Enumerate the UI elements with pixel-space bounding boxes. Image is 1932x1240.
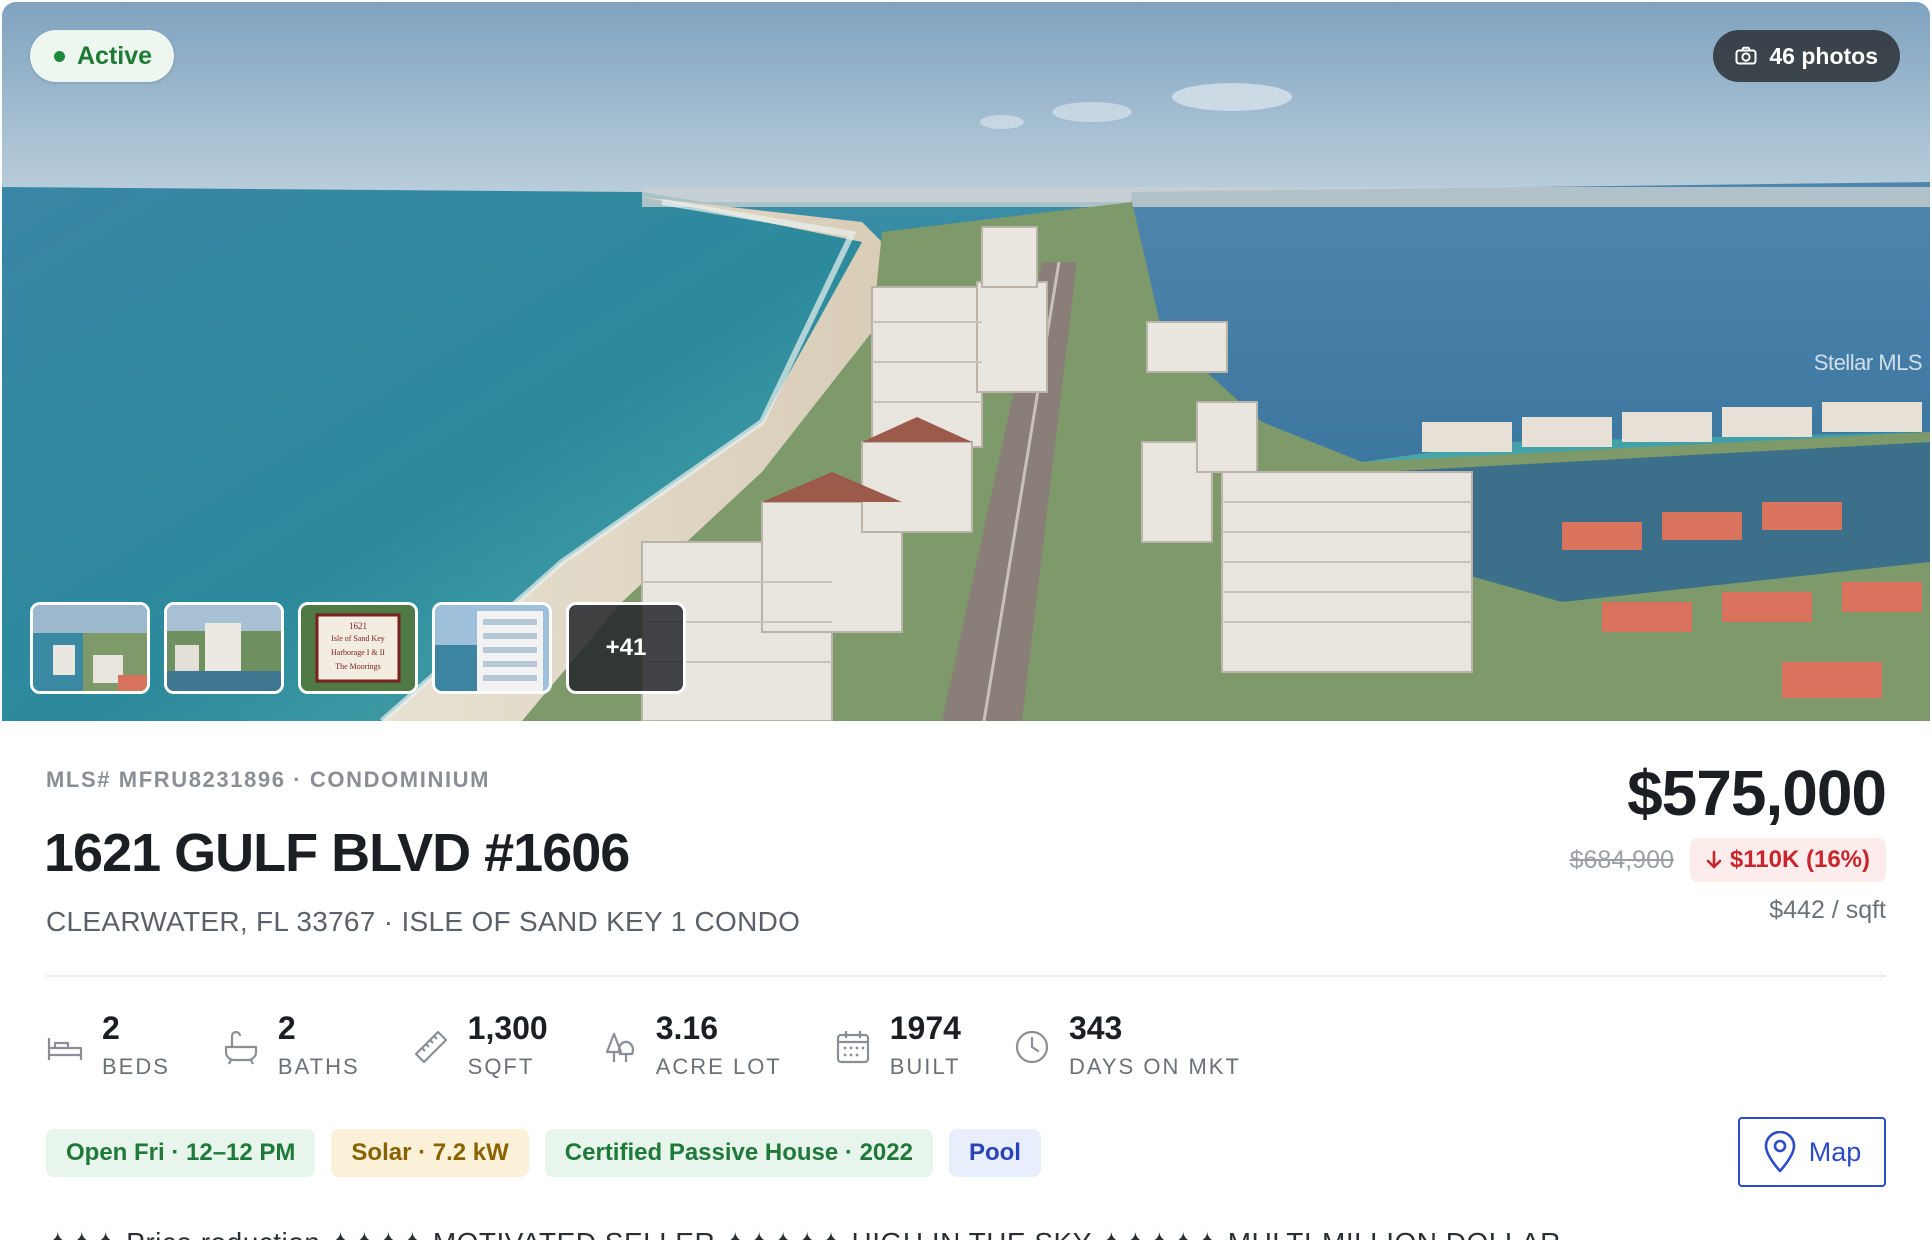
stat-value: 3.16	[655, 1010, 718, 1046]
thumbnail-image	[167, 605, 281, 691]
stat-built: 1974 BUILT	[834, 1010, 961, 1080]
sign-text-3: Harborage I & II	[331, 648, 385, 657]
map-button-label: Map	[1808, 1136, 1862, 1167]
listing-card: Active 46 photos Stellar MLS 1621 Isle o…	[0, 0, 1932, 1240]
chip-solar[interactable]: Solar · 7.2 kW	[331, 1129, 529, 1177]
bed-icon	[47, 1038, 83, 1060]
original-price: $684,900	[1569, 845, 1674, 874]
stat-label: BEDS	[102, 1054, 170, 1079]
sign-text-2: Isle of Sand Key	[331, 634, 385, 643]
price-drop-badge: $110K (16%)	[1689, 838, 1886, 882]
status-badge: Active	[30, 30, 175, 82]
camera-icon	[1735, 46, 1757, 65]
description-preview: ✦✦✦ Price reduction ✦✦✦✦ MOTIVATED SELLE…	[46, 1226, 1561, 1240]
mls-watermark: Stellar MLS	[1813, 350, 1923, 375]
ruler-icon	[414, 1030, 447, 1064]
sign-text-1: 1621	[349, 621, 367, 631]
map-button[interactable]: Map	[1738, 1117, 1886, 1187]
photo-count-button[interactable]: 46 photos	[1713, 30, 1900, 82]
thumbnail-image	[435, 605, 549, 691]
calendar-icon	[836, 1031, 869, 1064]
chip-passive-house[interactable]: Certified Passive House · 2022	[544, 1129, 933, 1177]
price-history: $684,900 $110K (16%)	[1570, 838, 1886, 882]
bath-icon	[224, 1030, 258, 1065]
photo-count-label: 46 photos	[1769, 42, 1878, 69]
stat-sqft: 1,300 SQFT	[412, 1010, 548, 1080]
status-label: Active	[77, 41, 153, 70]
price-per-sqft: $442 / sqft	[1769, 896, 1886, 924]
thumbnail-image: 1621 Isle of Sand Key Harborage I & II T…	[301, 605, 415, 691]
clock-icon	[1015, 1030, 1049, 1064]
stat-beds: 2 BEDS	[46, 1010, 170, 1080]
stat-label: DAYS ON MKT	[1068, 1054, 1241, 1079]
map-pin-icon	[1764, 1131, 1796, 1173]
thumbnail-2[interactable]	[164, 602, 284, 694]
stat-value: 1974	[889, 1010, 961, 1046]
arrow-down-icon	[1706, 850, 1722, 869]
sign-text-4: The Moorings	[335, 662, 381, 671]
stat-label: SQFT	[467, 1054, 535, 1079]
chip-pool[interactable]: Pool	[948, 1129, 1041, 1177]
listing-subtitle: CLEARWATER, FL 33767 · ISLE OF SAND KEY …	[46, 906, 801, 937]
mls-meta: MLS# MFRU8231896 · CONDOMINIUM	[46, 767, 491, 792]
price-drop-label: $110K (16%)	[1729, 846, 1870, 873]
feature-chips: Open Fri · 12–12 PM Solar · 7.2 kW Certi…	[46, 1129, 1041, 1177]
stat-days-on-market: 343 DAYS ON MKT	[1013, 1010, 1241, 1080]
stat-label: BUILT	[889, 1054, 961, 1079]
listing-title: 1621 GULF BLVD #1606	[44, 823, 630, 883]
thumbnail-4[interactable]	[432, 602, 552, 694]
stat-value: 2	[277, 1010, 296, 1046]
stats-row: 2 BEDS 2 BATHS 1,300 SQFT 3.16 ACRE LOT …	[46, 1010, 1293, 1080]
trees-icon	[605, 1032, 634, 1062]
stat-value: 343	[1068, 1010, 1123, 1046]
stat-value: 2	[102, 1010, 120, 1046]
divider	[46, 975, 1886, 977]
stat-lot: 3.16 ACRE LOT	[600, 1010, 782, 1080]
thumbnail-3[interactable]: 1621 Isle of Sand Key Harborage I & II T…	[298, 602, 418, 694]
hero-photo[interactable]: Active 46 photos Stellar MLS 1621 Isle o…	[2, 2, 1930, 721]
chip-open-house[interactable]: Open Fri · 12–12 PM	[46, 1129, 316, 1177]
thumbnail-strip: 1621 Isle of Sand Key Harborage I & II T…	[30, 602, 686, 694]
listing-price: $575,000	[1627, 757, 1887, 829]
more-photos-button[interactable]: +41	[566, 602, 686, 694]
stat-label: ACRE LOT	[655, 1054, 782, 1079]
thumbnail-1[interactable]	[30, 602, 150, 694]
status-dot-icon	[54, 50, 65, 62]
stat-baths: 2 BATHS	[222, 1010, 360, 1080]
thumbnail-image	[33, 605, 147, 691]
stat-value: 1,300	[467, 1010, 548, 1046]
stat-label: BATHS	[277, 1054, 360, 1079]
